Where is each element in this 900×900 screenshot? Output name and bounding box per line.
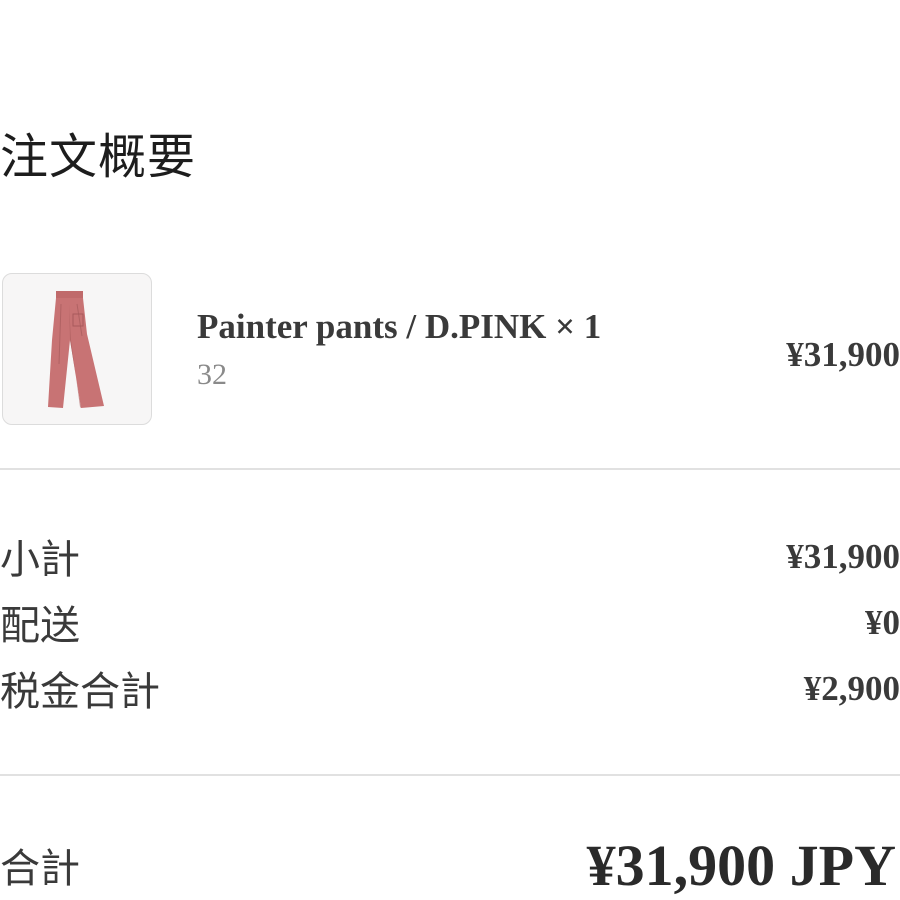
order-summary-title: 注文概要 [0, 131, 197, 184]
product-price: ¥31,900 [786, 335, 900, 374]
shipping-value: ¥0 [865, 603, 900, 642]
grand-total-value: ¥31,900 JPY [586, 833, 896, 898]
tax-value: ¥2,900 [803, 669, 900, 708]
product-name: Painter pants / D.PINK × 1 [197, 307, 602, 346]
grand-total-label: 合計 [0, 846, 80, 891]
subtotal-value: ¥31,900 [786, 537, 900, 576]
divider [0, 774, 900, 776]
tax-label: 税金合計 [0, 669, 160, 714]
pants-product-image [48, 291, 104, 408]
product-variant: 32 [197, 358, 227, 391]
subtotal-label: 小計 [0, 537, 80, 582]
divider [0, 468, 900, 470]
shipping-label: 配送 [0, 603, 80, 648]
product-thumbnail[interactable] [2, 273, 152, 425]
